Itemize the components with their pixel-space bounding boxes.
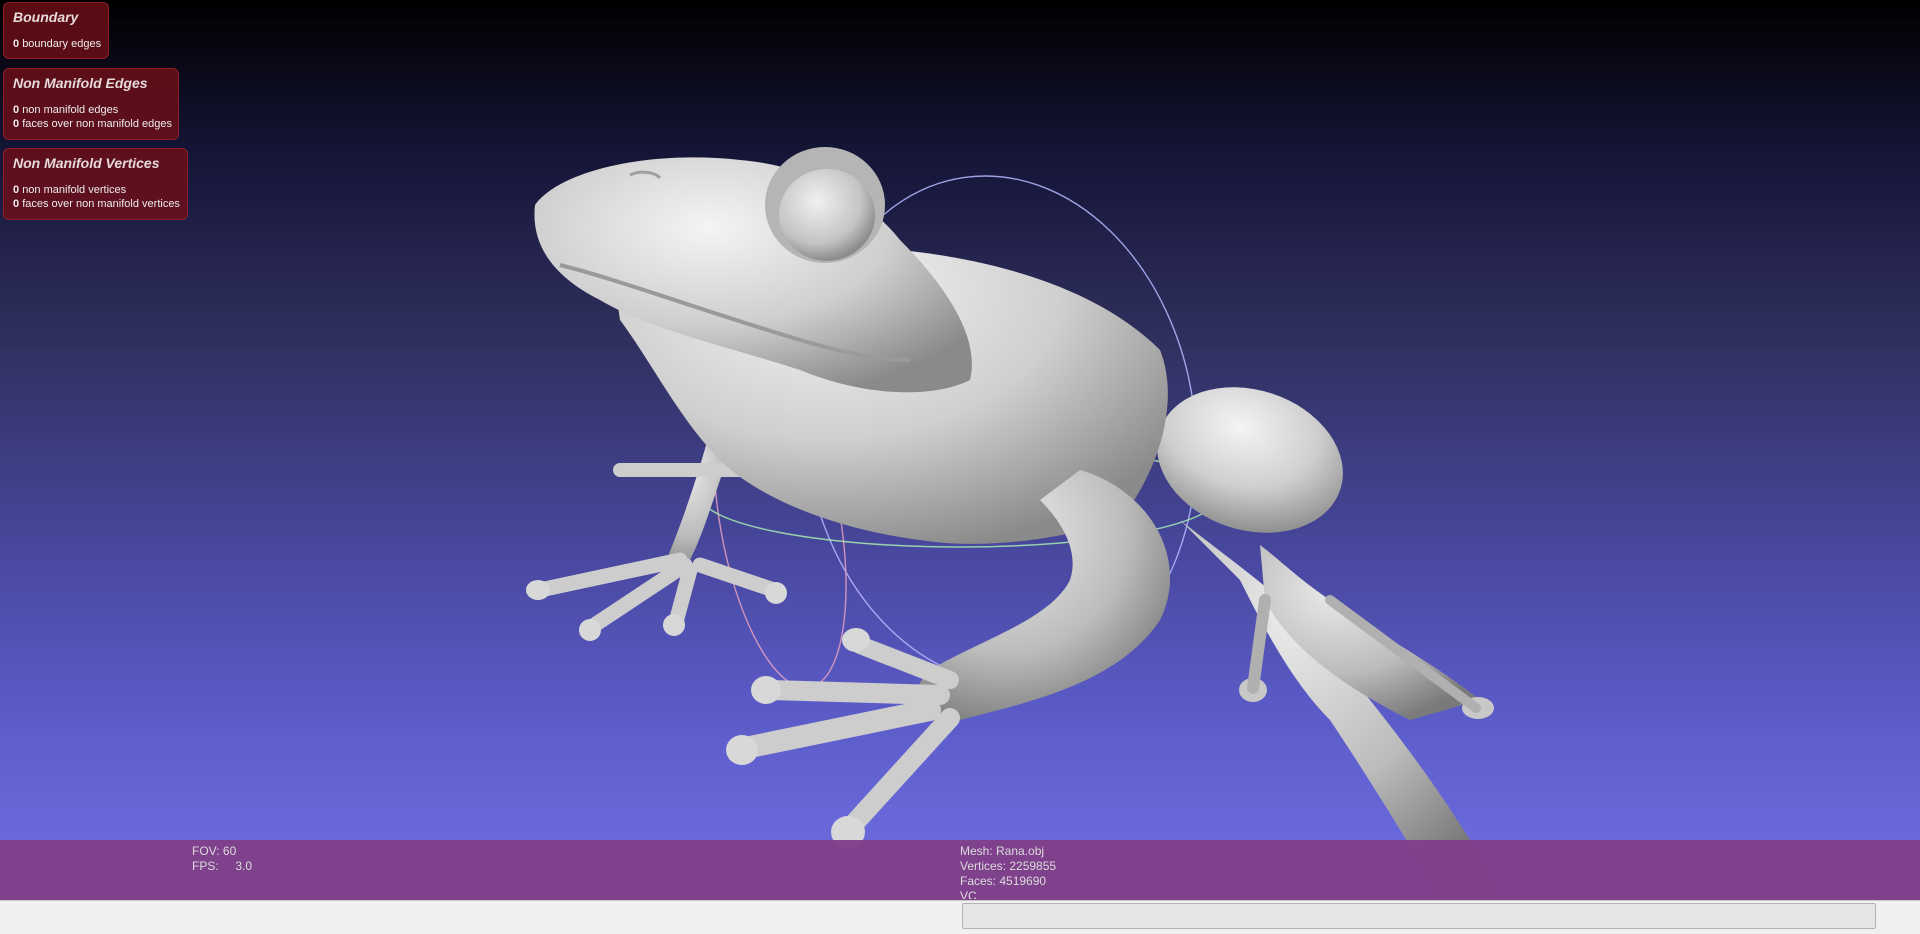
row-count: 0 bbox=[13, 198, 20, 210]
panel-row: 0 non manifold vertices bbox=[13, 183, 179, 197]
vertex-count: Vertices: 2259855 bbox=[960, 859, 1057, 873]
vertex-color-flag: VC bbox=[960, 889, 977, 899]
frog-fingertip bbox=[765, 582, 787, 604]
panel-title: Non Manifold Vertices bbox=[13, 155, 160, 171]
row-count: 0 bbox=[13, 104, 20, 116]
fov-readout: FOV: 60 bbox=[192, 844, 237, 858]
face-count: Faces: 4519690 bbox=[960, 874, 1047, 888]
frog-finger bbox=[692, 557, 782, 598]
frog-finger bbox=[734, 699, 941, 759]
frog-finger bbox=[760, 680, 950, 705]
mesh-info: Mesh: Rana.obj Vertices: 2259855 Faces: … bbox=[960, 844, 1056, 899]
row-count: 0 bbox=[13, 38, 20, 50]
viewport-status-overlay: FOV: 60 FPS: 3.0 Mesh: Rana.obj Vertices… bbox=[0, 840, 1920, 900]
panel-row: 0 faces over non manifold vertices bbox=[13, 197, 180, 211]
frog-finger bbox=[851, 636, 959, 689]
row-count: 0 bbox=[13, 118, 20, 130]
non-manifold-edges-panel: Non Manifold Edges 0 non manifold edges … bbox=[3, 68, 179, 140]
scene-canvas[interactable] bbox=[0, 0, 1920, 900]
camera-info: FOV: 60 FPS: 3.0 bbox=[192, 844, 252, 874]
progress-bar bbox=[962, 903, 1876, 929]
row-label: boundary edges bbox=[22, 38, 102, 50]
3d-viewport[interactable]: Boundary 0 boundary edges Non Manifold E… bbox=[0, 0, 1920, 900]
frog-fingertip bbox=[526, 580, 550, 600]
frog-eye bbox=[779, 169, 875, 261]
frog-fingertip bbox=[726, 735, 758, 765]
fps-readout: FPS: 3.0 bbox=[192, 859, 253, 873]
panel-title: Boundary bbox=[13, 9, 79, 25]
row-label: faces over non manifold edges bbox=[22, 118, 173, 130]
row-count: 0 bbox=[13, 184, 20, 196]
frog-fingertip bbox=[579, 619, 601, 641]
row-label: non manifold vertices bbox=[22, 184, 127, 196]
mesh-name: Mesh: Rana.obj bbox=[960, 844, 1045, 858]
frog-fingertip bbox=[663, 614, 685, 636]
panel-row: 0 faces over non manifold edges bbox=[13, 117, 173, 131]
panel-row: 0 non manifold edges bbox=[13, 103, 170, 117]
frog-fingertip bbox=[842, 628, 870, 652]
frog-fingertip bbox=[751, 676, 781, 704]
panel-row: 0 boundary edges bbox=[13, 37, 102, 51]
frog-model[interactable] bbox=[526, 147, 1500, 900]
non-manifold-vertices-panel: Non Manifold Vertices 0 non manifold ver… bbox=[3, 148, 188, 220]
frog-thigh bbox=[1157, 387, 1343, 533]
panel-title: Non Manifold Edges bbox=[13, 75, 148, 91]
row-label: faces over non manifold vertices bbox=[22, 198, 180, 210]
row-label: non manifold edges bbox=[22, 104, 119, 116]
boundary-info-panel: Boundary 0 boundary edges bbox=[3, 2, 109, 59]
frog-toe-line bbox=[1247, 594, 1271, 694]
